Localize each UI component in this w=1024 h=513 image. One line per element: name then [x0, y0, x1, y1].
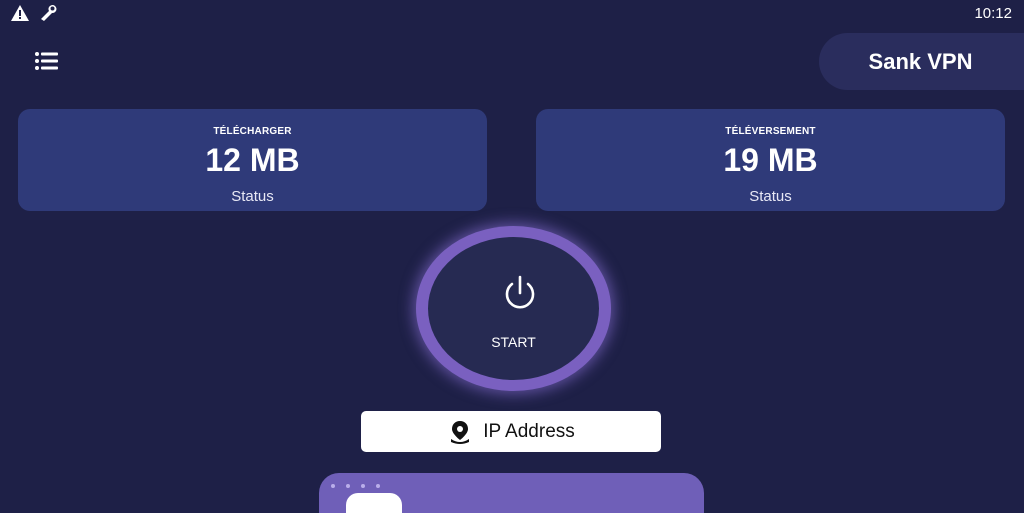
download-value: 12 MB — [205, 142, 300, 178]
menu-button[interactable] — [34, 51, 60, 73]
decorative-dot — [376, 484, 380, 488]
upload-card: TÉLÉVERSEMENT 19 MB Status — [536, 109, 1005, 211]
upload-value: 19 MB — [723, 142, 818, 178]
upload-status: Status — [749, 188, 792, 205]
location-pin-icon — [451, 420, 470, 444]
bottom-pill — [346, 493, 402, 513]
download-card: TÉLÉCHARGER 12 MB Status — [18, 109, 487, 211]
warning-icon — [10, 4, 30, 27]
download-label: TÉLÉCHARGER — [213, 126, 292, 137]
power-icon — [505, 275, 535, 309]
status-icons — [10, 4, 58, 27]
clock: 10:12 — [974, 5, 1012, 22]
start-button-inner: START — [428, 237, 599, 380]
app-title: Sank VPN — [868, 48, 973, 74]
wrench-icon — [38, 4, 58, 27]
decorative-dot — [346, 484, 350, 488]
status-bar: 10:12 — [0, 0, 1024, 28]
start-label: START — [491, 334, 536, 350]
ip-address-box[interactable]: IP Address — [361, 411, 661, 452]
download-status: Status — [231, 188, 274, 205]
bottom-panel[interactable] — [319, 473, 704, 513]
brand-pill: Sank VPN — [819, 33, 1024, 90]
decorative-dot — [361, 484, 365, 488]
list-icon — [35, 52, 58, 70]
start-button[interactable]: START — [416, 226, 611, 391]
decorative-dot — [331, 484, 335, 488]
upload-label: TÉLÉVERSEMENT — [725, 126, 816, 137]
ip-address-label: IP Address — [483, 420, 575, 442]
